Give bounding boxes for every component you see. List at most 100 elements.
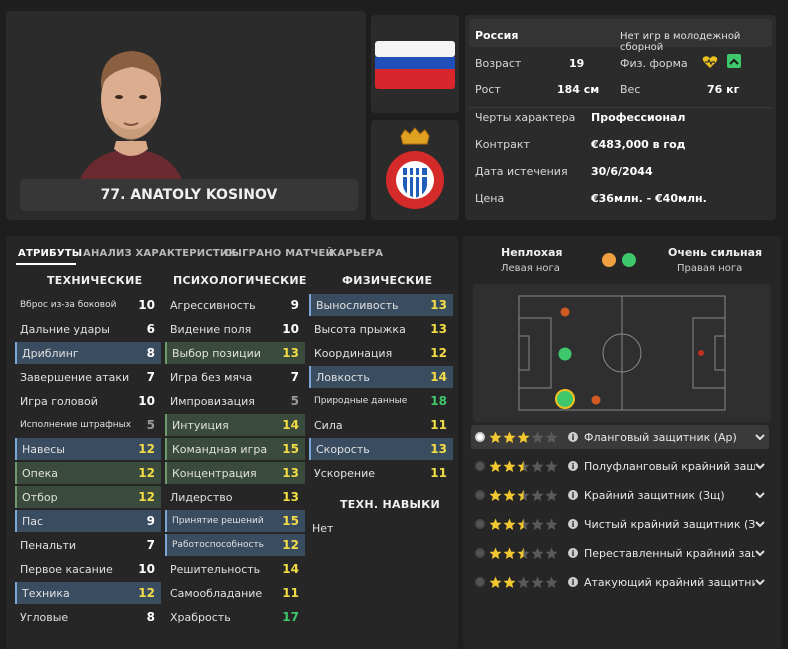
role-radio[interactable] — [475, 490, 485, 500]
attr-row-technical[interactable]: Угловые 8 — [15, 606, 161, 628]
attr-row-technical[interactable]: Игра головой 10 — [15, 390, 161, 412]
attr-row-technical[interactable]: Первое касание 10 — [15, 558, 161, 580]
attr-row-technical[interactable]: Пас 9 — [15, 510, 161, 532]
info-icon[interactable]: i — [568, 548, 578, 558]
attr-row-physical[interactable]: Природные данные 18 — [309, 390, 453, 412]
attr-label: Интуиция — [172, 418, 229, 432]
info-icon[interactable]: i — [568, 461, 578, 471]
attr-row-physical[interactable]: Ловкость 14 — [309, 366, 453, 388]
attr-label: Сила — [314, 418, 343, 432]
player-info-panel: Россия Нет игр в молодежной сборной Возр… — [465, 15, 776, 220]
chevron-up-icon — [729, 58, 739, 65]
star-icon — [531, 460, 544, 472]
chevron-down-icon[interactable] — [755, 460, 765, 473]
attr-row-mental[interactable]: Принятие решений 15 — [165, 510, 305, 532]
attr-row-mental[interactable]: Самообладание 11 — [165, 582, 305, 604]
attr-row-technical[interactable]: Техника 12 — [15, 582, 161, 604]
attr-label: Пас — [22, 514, 44, 528]
role-row[interactable]: i Фланговый защитник (Ар) — [471, 425, 769, 449]
attr-value: 12 — [138, 586, 155, 600]
tab-analysis[interactable]: АНАЛИЗ ХАРАКТЕРИСТИК — [83, 248, 237, 259]
attr-row-mental[interactable]: Работоспособность 12 — [165, 534, 305, 556]
role-row[interactable]: i Атакующий крайний защитник... — [471, 570, 769, 594]
chevron-down-icon[interactable] — [755, 518, 765, 531]
role-radio[interactable] — [475, 519, 485, 529]
attr-row-technical[interactable]: Исполнение штрафных 5 — [15, 414, 161, 436]
info-icon[interactable]: i — [568, 519, 578, 529]
attr-row-physical[interactable]: Высота прыжка 13 — [309, 318, 453, 340]
attr-row-physical[interactable]: Ускорение 11 — [309, 462, 453, 484]
star-icon — [517, 489, 530, 501]
attr-row-mental[interactable]: Интуиция 14 — [165, 414, 305, 436]
espanyol-badge-icon[interactable] — [383, 126, 447, 216]
attr-value: 13 — [282, 490, 299, 504]
chevron-down-icon[interactable] — [755, 431, 765, 444]
attr-row-technical[interactable]: Отбор 12 — [15, 486, 161, 508]
attr-row-technical[interactable]: Вброс из-за боковой 10 — [15, 294, 161, 316]
attr-row-physical[interactable]: Сила 11 — [309, 414, 453, 436]
attr-row-mental[interactable]: Концентрация 13 — [165, 462, 305, 484]
info-icon[interactable]: i — [568, 432, 578, 442]
attr-row-mental[interactable]: Игра без мяча 7 — [165, 366, 305, 388]
info-icon[interactable]: i — [568, 490, 578, 500]
role-radio[interactable] — [475, 432, 485, 442]
star-icon — [517, 431, 530, 443]
attr-row-mental[interactable]: Импровизация 5 — [165, 390, 305, 412]
role-row[interactable]: i Переставленный крайний защ... — [471, 541, 769, 565]
position-dot-dm — [560, 307, 570, 317]
attr-row-mental[interactable]: Решительность 14 — [165, 558, 305, 580]
attr-row-technical[interactable]: Навесы 12 — [15, 438, 161, 460]
attr-row-mental[interactable]: Командная игра 15 — [165, 438, 305, 460]
left-foot-rating: Неплохая — [501, 246, 563, 259]
attr-row-technical[interactable]: Дальние удары 6 — [15, 318, 161, 340]
player-name: 77. ANATOLY KOSINOV — [20, 179, 358, 211]
tab-matches[interactable]: СЫГРАНО МАТЧЕЙ — [224, 248, 334, 259]
tech-skills-value: Нет — [312, 522, 334, 535]
star-icon — [531, 431, 544, 443]
attr-label: Исполнение штрафных — [20, 420, 132, 430]
tech-skills-header: ТЕХН. НАВЫКИ — [340, 498, 441, 511]
attr-value: 14 — [282, 562, 299, 576]
tab-career[interactable]: КАРЬЕРА — [329, 248, 383, 259]
attr-label: Координация — [314, 346, 393, 360]
attr-row-technical[interactable]: Дриблинг 8 — [15, 342, 161, 364]
role-stars — [489, 460, 558, 473]
attr-label: Лидерство — [170, 490, 233, 504]
role-radio[interactable] — [475, 548, 485, 558]
role-radio[interactable] — [475, 461, 485, 471]
attr-row-physical[interactable]: Выносливость 13 — [309, 294, 453, 316]
attr-value: 12 — [430, 346, 447, 360]
star-icon — [489, 576, 502, 588]
attr-row-physical[interactable]: Координация 12 — [309, 342, 453, 364]
age-label: Возраст — [475, 57, 522, 70]
attr-row-mental[interactable]: Выбор позиции 13 — [165, 342, 305, 364]
attr-value: 14 — [430, 370, 447, 384]
attr-row-mental[interactable]: Лидерство 13 — [165, 486, 305, 508]
attr-label: Выбор позиции — [172, 346, 261, 360]
role-row[interactable]: i Крайний защитник (Зщ) — [471, 483, 769, 507]
attr-label: Дриблинг — [22, 346, 79, 360]
chevron-down-icon[interactable] — [755, 547, 765, 560]
attr-label: Вброс из-за боковой — [20, 300, 117, 310]
role-row[interactable]: i Чистый крайний защитник (Зщ) — [471, 512, 769, 536]
club-badge-panel[interactable] — [371, 120, 459, 220]
chevron-down-icon[interactable] — [755, 489, 765, 502]
chevron-down-icon[interactable] — [755, 576, 765, 589]
role-row[interactable]: i Полуфланговый крайний защ... — [471, 454, 769, 478]
attr-row-mental[interactable]: Агрессивность 9 — [165, 294, 305, 316]
info-icon[interactable]: i — [568, 577, 578, 587]
position-dot-fb-selected — [555, 389, 575, 409]
attr-row-mental[interactable]: Храбрость 17 — [165, 606, 305, 628]
tab-attributes[interactable]: АТРИБУТЫ — [18, 248, 82, 259]
contract-label: Контракт — [475, 138, 530, 151]
attr-row-technical[interactable]: Опека 12 — [15, 462, 161, 484]
attr-row-technical[interactable]: Завершение атаки 7 — [15, 366, 161, 388]
expiry-label: Дата истечения — [475, 165, 568, 178]
attr-row-technical[interactable]: Пенальти 7 — [15, 534, 161, 556]
traits-label: Черты характера — [475, 111, 576, 124]
attr-row-physical[interactable]: Скорость 13 — [309, 438, 453, 460]
attr-label: Импровизация — [170, 394, 255, 408]
role-radio[interactable] — [475, 577, 485, 587]
price-label: Цена — [475, 192, 505, 205]
attr-row-mental[interactable]: Видение поля 10 — [165, 318, 305, 340]
